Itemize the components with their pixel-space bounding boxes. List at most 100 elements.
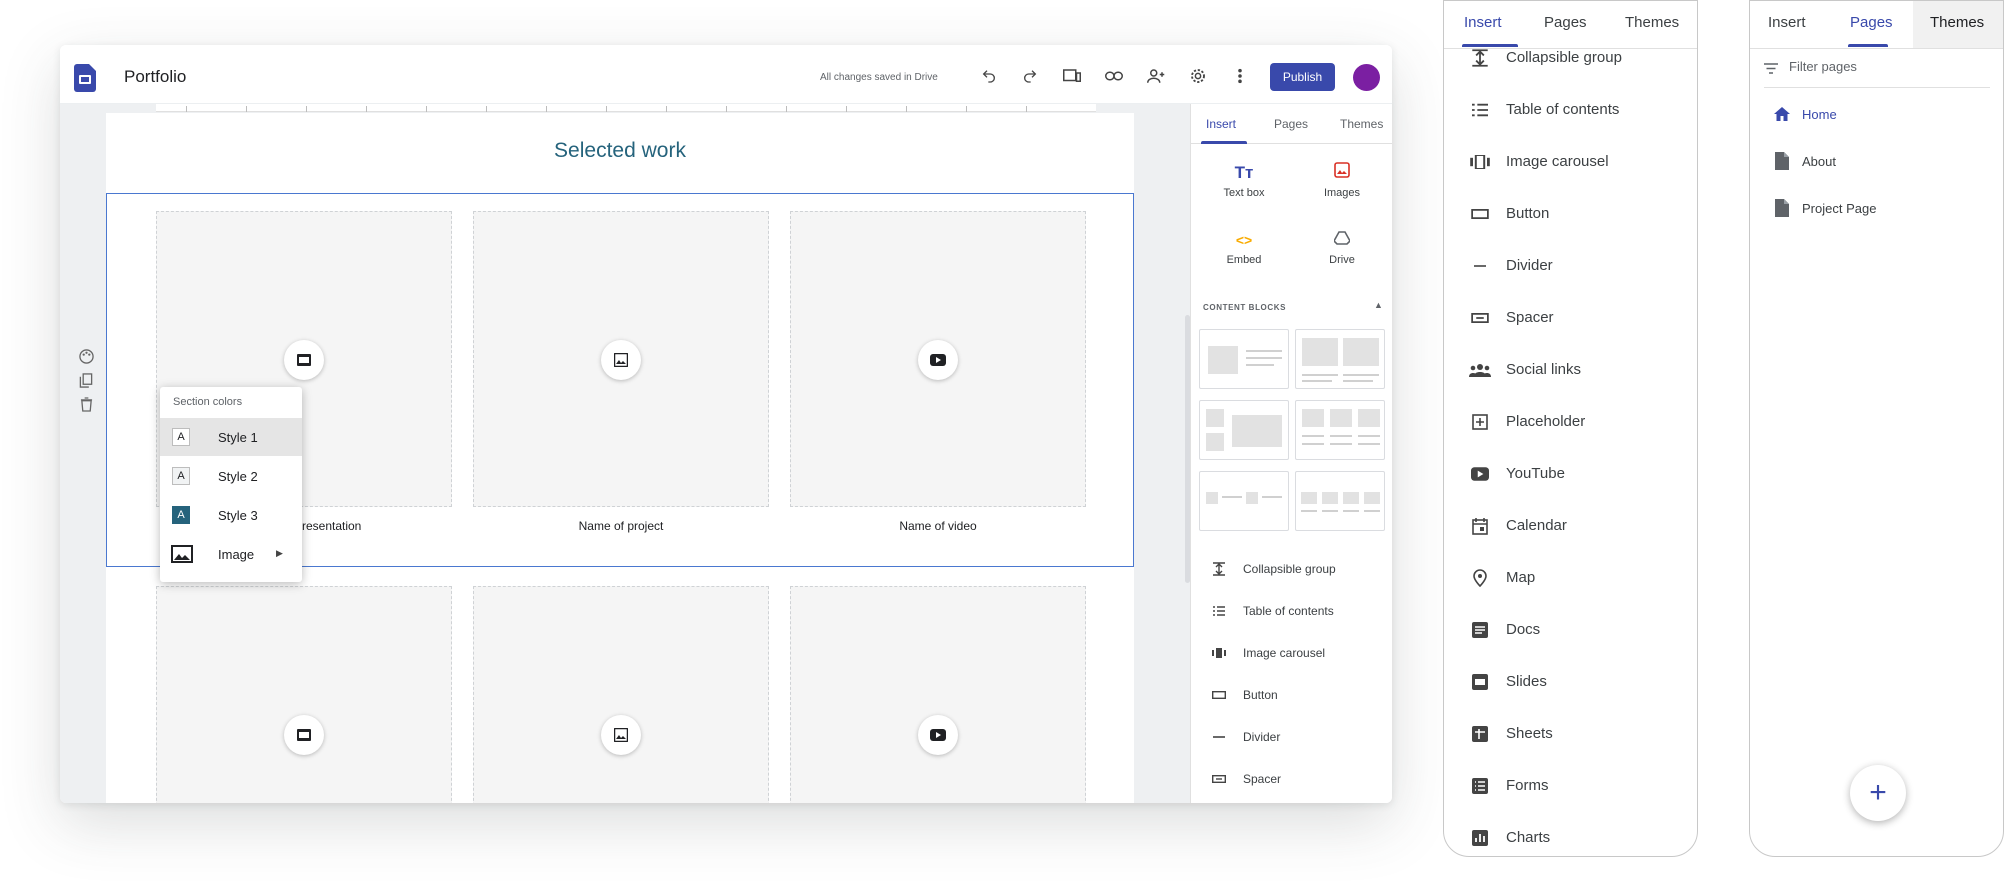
redo-icon[interactable] bbox=[1018, 64, 1042, 88]
style-1-option[interactable]: A Style 1 bbox=[160, 418, 302, 456]
page-item-about[interactable]: About bbox=[1750, 138, 2003, 184]
youtube-icon[interactable] bbox=[918, 715, 958, 755]
content-block[interactable] bbox=[1295, 400, 1385, 460]
tab-themes[interactable]: Themes bbox=[1340, 117, 1383, 131]
project-placeholder[interactable] bbox=[473, 586, 769, 803]
content-block[interactable] bbox=[1199, 471, 1289, 531]
button-label: Button bbox=[1506, 205, 1550, 222]
style-2-swatch: A bbox=[172, 467, 190, 485]
spacer-item[interactable]: Spacer bbox=[1191, 757, 1392, 799]
button-item[interactable]: Button bbox=[1191, 673, 1392, 715]
duplicate-icon[interactable] bbox=[78, 372, 94, 388]
image-option[interactable]: Image ▶ bbox=[160, 535, 302, 573]
divider-label: Divider bbox=[1506, 257, 1553, 274]
page-item-home[interactable]: Home bbox=[1750, 91, 2003, 137]
youtube-icon[interactable] bbox=[918, 340, 958, 380]
tab-insert[interactable]: Insert bbox=[1206, 117, 1236, 131]
image-carousel-item[interactable]: Image carousel bbox=[1444, 136, 1697, 188]
undo-icon[interactable] bbox=[977, 64, 1001, 88]
docs-label: Docs bbox=[1506, 621, 1541, 638]
carousel-icon bbox=[1211, 645, 1227, 661]
tab-insert[interactable]: Insert bbox=[1768, 14, 1806, 31]
divider-icon bbox=[1211, 729, 1227, 745]
youtube-item[interactable]: YouTube bbox=[1444, 448, 1697, 500]
map-item[interactable]: Map bbox=[1444, 552, 1697, 604]
embed-icon: <> bbox=[1235, 232, 1253, 248]
spacer-item[interactable]: Spacer bbox=[1444, 292, 1697, 344]
link-icon[interactable] bbox=[1102, 64, 1126, 88]
style-3-swatch: A bbox=[172, 506, 190, 524]
style-2-option[interactable]: A Style 2 bbox=[160, 457, 302, 495]
settings-icon[interactable] bbox=[1186, 64, 1210, 88]
image-icon[interactable] bbox=[601, 715, 641, 755]
page-title[interactable]: Selected work bbox=[106, 139, 1134, 163]
table-of-contents-item[interactable]: Table of contents bbox=[1444, 84, 1697, 136]
caption-project[interactable]: Name of project bbox=[473, 519, 769, 533]
content-blocks-label: CONTENT BLOCKS bbox=[1203, 303, 1287, 312]
palette-icon[interactable] bbox=[78, 348, 94, 364]
content-block[interactable] bbox=[1295, 329, 1385, 389]
placeholder-item[interactable]: Placeholder bbox=[1444, 396, 1697, 448]
drive-label: Drive bbox=[1329, 254, 1355, 266]
drive-tool[interactable]: Drive bbox=[1297, 226, 1387, 286]
charts-item[interactable]: Charts bbox=[1444, 812, 1697, 856]
publish-button[interactable]: Publish bbox=[1270, 63, 1335, 91]
tab-pages[interactable]: Pages bbox=[1850, 14, 1893, 31]
forms-item[interactable]: Forms bbox=[1444, 760, 1697, 812]
calendar-item[interactable]: Calendar bbox=[1444, 500, 1697, 552]
tab-themes[interactable]: Themes bbox=[1625, 14, 1679, 31]
forms-label: Forms bbox=[1506, 777, 1549, 794]
add-person-icon[interactable] bbox=[1144, 64, 1168, 88]
youtube-icon bbox=[1468, 462, 1492, 486]
tab-themes[interactable]: Themes bbox=[1930, 14, 1984, 31]
table-of-contents-item[interactable]: Table of contents bbox=[1191, 589, 1392, 631]
slides-icon bbox=[1468, 670, 1492, 694]
embed-tool[interactable]: <> Embed bbox=[1199, 226, 1289, 286]
divider-item[interactable]: Divider bbox=[1444, 240, 1697, 292]
content-block[interactable] bbox=[1199, 400, 1289, 460]
filter-pages-input[interactable]: Filter pages bbox=[1789, 59, 1857, 74]
tab-pages[interactable]: Pages bbox=[1544, 14, 1587, 31]
collapsible-group-item[interactable]: Collapsible group bbox=[1444, 32, 1697, 84]
image-icon[interactable] bbox=[601, 340, 641, 380]
button-item[interactable]: Button bbox=[1444, 188, 1697, 240]
slides-item[interactable]: Slides bbox=[1444, 656, 1697, 708]
delete-icon[interactable] bbox=[78, 396, 94, 412]
editor-window: Portfolio All changes saved in Drive Pub… bbox=[60, 45, 1392, 803]
divider-item[interactable]: Divider bbox=[1191, 715, 1392, 757]
more-icon[interactable] bbox=[1228, 64, 1252, 88]
style-3-option[interactable]: A Style 3 bbox=[160, 496, 302, 534]
content-block[interactable] bbox=[1199, 329, 1289, 389]
docs-item[interactable]: Docs bbox=[1444, 604, 1697, 656]
docs-icon bbox=[1468, 618, 1492, 642]
slides-icon[interactable] bbox=[284, 715, 324, 755]
avatar[interactable] bbox=[1353, 64, 1380, 91]
collapsible-icon bbox=[1211, 561, 1227, 577]
social-links-item[interactable]: Social links bbox=[1444, 344, 1697, 396]
images-tool[interactable]: Images bbox=[1297, 159, 1387, 219]
video-placeholder[interactable] bbox=[790, 586, 1086, 803]
doc-title[interactable]: Portfolio bbox=[124, 67, 186, 87]
tab-pages[interactable]: Pages bbox=[1274, 117, 1308, 131]
calendar-icon bbox=[1468, 514, 1492, 538]
collapsible-group-item[interactable]: Collapsible group bbox=[1191, 547, 1392, 589]
drive-icon bbox=[1297, 226, 1387, 254]
slides-icon[interactable] bbox=[284, 340, 324, 380]
sheets-item[interactable]: Sheets bbox=[1444, 708, 1697, 760]
preview-icon[interactable] bbox=[1060, 64, 1084, 88]
content-block[interactable] bbox=[1295, 471, 1385, 531]
image-carousel-item[interactable]: Image carousel bbox=[1191, 631, 1392, 673]
section-colors-title: Section colors bbox=[173, 396, 243, 408]
charts-label: Charts bbox=[1506, 829, 1551, 846]
text-box-tool[interactable]: Tт Text box bbox=[1199, 159, 1289, 219]
page-item-project[interactable]: Project Page bbox=[1750, 185, 2003, 231]
caption-video[interactable]: Name of video bbox=[790, 519, 1086, 533]
sites-logo-icon[interactable] bbox=[74, 64, 96, 92]
images-label: Images bbox=[1323, 187, 1361, 199]
presentation-placeholder[interactable] bbox=[156, 586, 452, 803]
filter-underline bbox=[1764, 87, 1990, 88]
slides-label: Slides bbox=[1506, 673, 1547, 690]
add-page-button[interactable]: + bbox=[1850, 765, 1906, 821]
tab-insert[interactable]: Insert bbox=[1464, 14, 1502, 31]
chevron-up-icon[interactable]: ▲ bbox=[1374, 300, 1383, 310]
